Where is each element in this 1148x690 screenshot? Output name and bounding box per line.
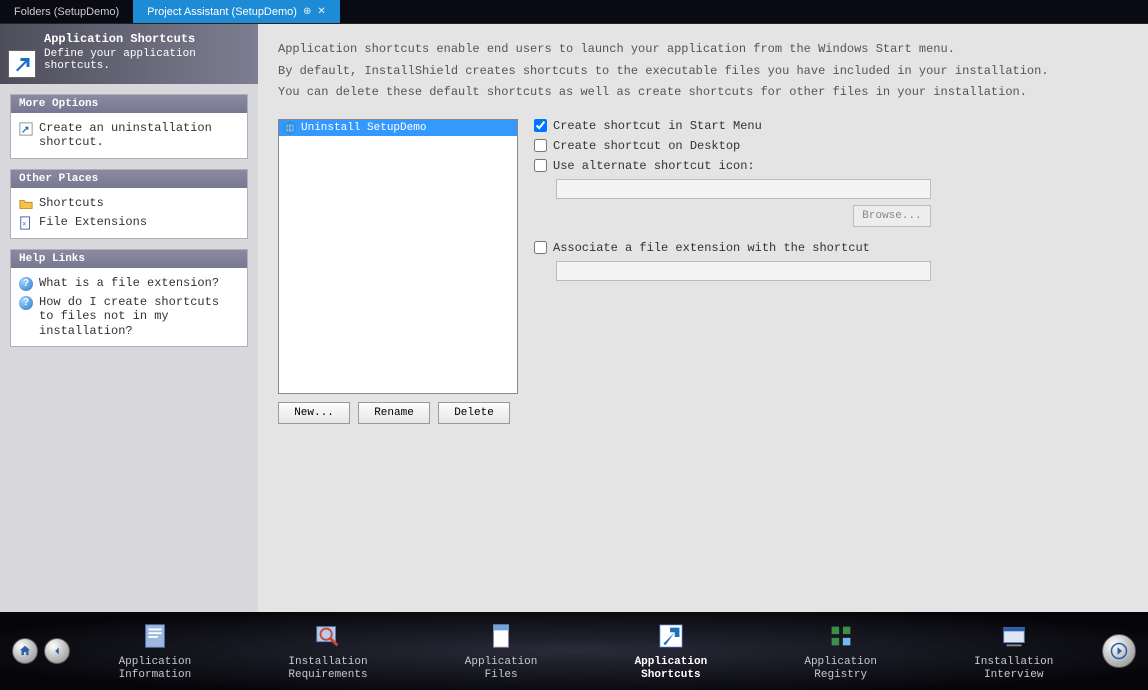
new-button[interactable]: New... <box>278 402 350 424</box>
alt-icon-checkbox-row[interactable]: Use alternate shortcut icon: <box>534 159 1128 173</box>
folder-icon <box>19 197 33 211</box>
tab-label: Folders (SetupDemo) <box>14 6 119 18</box>
app-registry-icon <box>825 620 857 652</box>
step-label: Application <box>465 656 538 669</box>
browse-button: Browse... <box>853 205 931 227</box>
rename-button[interactable]: Rename <box>358 402 430 424</box>
alt-icon-path-field[interactable] <box>556 179 931 199</box>
main-area: Application Shortcuts Define your applic… <box>0 24 1148 612</box>
shortcuts-link[interactable]: Shortcuts <box>19 194 239 213</box>
panel-title: Help Links <box>11 250 247 268</box>
associate-ext-checkbox[interactable] <box>534 241 547 254</box>
intro-text-2b: You can delete these default shortcuts a… <box>278 85 1128 101</box>
create-uninstall-shortcut-link[interactable]: Create an uninstallation shortcut. <box>19 119 239 152</box>
svg-text:x: x <box>23 220 27 227</box>
shortcut-arrow-icon <box>8 50 36 78</box>
nav-step-install-interview[interactable]: Installation Interview <box>974 620 1053 681</box>
list-column: Uninstall SetupDemo New... Rename Delete <box>278 119 518 424</box>
step-label: Requirements <box>288 669 367 682</box>
file-ext-field[interactable] <box>556 261 931 281</box>
page-subtitle: Define your application shortcuts. <box>44 48 248 72</box>
step-label: Application <box>119 656 192 669</box>
shortcut-icon <box>19 122 33 136</box>
checkbox-label: Associate a file extension with the shor… <box>553 241 870 255</box>
help-what-is-file-ext[interactable]: ? What is a file extension? <box>19 274 239 293</box>
options-column: Create shortcut in Start Menu Create sho… <box>534 119 1128 424</box>
intro-text-2a: By default, InstallShield creates shortc… <box>278 64 1128 80</box>
item-label: Create an uninstallation shortcut. <box>39 121 239 150</box>
start-menu-checkbox[interactable] <box>534 119 547 132</box>
desktop-checkbox-row[interactable]: Create shortcut on Desktop <box>534 139 1128 153</box>
tab-project-assistant[interactable]: Project Assistant (SetupDemo) ⊕ ✕ <box>133 0 340 23</box>
back-button[interactable] <box>44 638 70 664</box>
checkbox-label: Create shortcut in Start Menu <box>553 119 762 133</box>
checkbox-label: Create shortcut on Desktop <box>553 139 740 153</box>
shortcut-list-item[interactable]: Uninstall SetupDemo <box>279 120 517 136</box>
panel-help-links: Help Links ? What is a file extension? ?… <box>10 249 248 347</box>
sidebar-header: Application Shortcuts Define your applic… <box>0 24 258 84</box>
nav-step-app-registry[interactable]: Application Registry <box>804 620 877 681</box>
step-label: Installation <box>974 656 1053 669</box>
desktop-checkbox[interactable] <box>534 139 547 152</box>
item-label: How do I create shortcuts to files not i… <box>39 295 239 338</box>
delete-button[interactable]: Delete <box>438 402 510 424</box>
shortcut-item-label: Uninstall SetupDemo <box>301 122 426 134</box>
step-label: Application <box>635 656 708 669</box>
page-title: Application Shortcuts <box>44 32 248 46</box>
shortcut-list[interactable]: Uninstall SetupDemo <box>278 119 518 394</box>
tab-bar: Folders (SetupDemo) Project Assistant (S… <box>0 0 1148 24</box>
step-label: Application <box>804 656 877 669</box>
content: Application shortcuts enable end users t… <box>258 24 1148 612</box>
step-label: Information <box>119 669 192 682</box>
bottom-nav: Application Information Installation Req… <box>0 612 1148 690</box>
start-menu-checkbox-row[interactable]: Create shortcut in Start Menu <box>534 119 1128 133</box>
item-label: File Extensions <box>39 215 147 229</box>
item-label: Shortcuts <box>39 196 104 210</box>
install-req-icon <box>312 620 344 652</box>
nav-left-group <box>12 638 70 664</box>
file-extensions-link[interactable]: x File Extensions <box>19 213 239 232</box>
step-label: Shortcuts <box>635 669 708 682</box>
step-label: Interview <box>974 669 1053 682</box>
intro-text-1: Application shortcuts enable end users t… <box>278 42 1128 58</box>
nav-step-install-req[interactable]: Installation Requirements <box>288 620 367 681</box>
help-create-shortcuts[interactable]: ? How do I create shortcuts to files not… <box>19 293 239 340</box>
globe-icon <box>283 121 297 135</box>
tab-folders[interactable]: Folders (SetupDemo) <box>0 0 133 23</box>
help-icon: ? <box>19 277 33 291</box>
item-label: What is a file extension? <box>39 276 219 290</box>
app-files-icon <box>485 620 517 652</box>
associate-ext-checkbox-row[interactable]: Associate a file extension with the shor… <box>534 241 1128 255</box>
next-button[interactable] <box>1102 634 1136 668</box>
pin-icon[interactable]: ⊕ <box>303 6 311 17</box>
panel-more-options: More Options Create an uninstallation sh… <box>10 94 248 159</box>
install-interview-icon <box>998 620 1030 652</box>
app-shortcuts-icon <box>655 620 687 652</box>
panel-title: More Options <box>11 95 247 113</box>
step-label: Files <box>465 669 538 682</box>
nav-steps: Application Information Installation Req… <box>70 620 1102 681</box>
list-buttons: New... Rename Delete <box>278 402 518 424</box>
workspace: Uninstall SetupDemo New... Rename Delete… <box>278 119 1128 424</box>
help-icon: ? <box>19 296 33 310</box>
step-label: Registry <box>804 669 877 682</box>
home-button[interactable] <box>12 638 38 664</box>
nav-step-app-files[interactable]: Application Files <box>465 620 538 681</box>
checkbox-label: Use alternate shortcut icon: <box>553 159 755 173</box>
tab-label: Project Assistant (SetupDemo) <box>147 6 297 18</box>
alt-icon-checkbox[interactable] <box>534 159 547 172</box>
sidebar: Application Shortcuts Define your applic… <box>0 24 258 612</box>
file-ext-icon: x <box>19 216 33 230</box>
step-label: Installation <box>288 656 367 669</box>
app-info-icon <box>139 620 171 652</box>
panel-title: Other Places <box>11 170 247 188</box>
panel-other-places: Other Places Shortcuts x File Extensions <box>10 169 248 239</box>
nav-right-group <box>1102 634 1136 668</box>
nav-step-app-info[interactable]: Application Information <box>119 620 192 681</box>
nav-step-app-shortcuts[interactable]: Application Shortcuts <box>635 620 708 681</box>
close-icon[interactable]: ✕ <box>317 6 325 17</box>
